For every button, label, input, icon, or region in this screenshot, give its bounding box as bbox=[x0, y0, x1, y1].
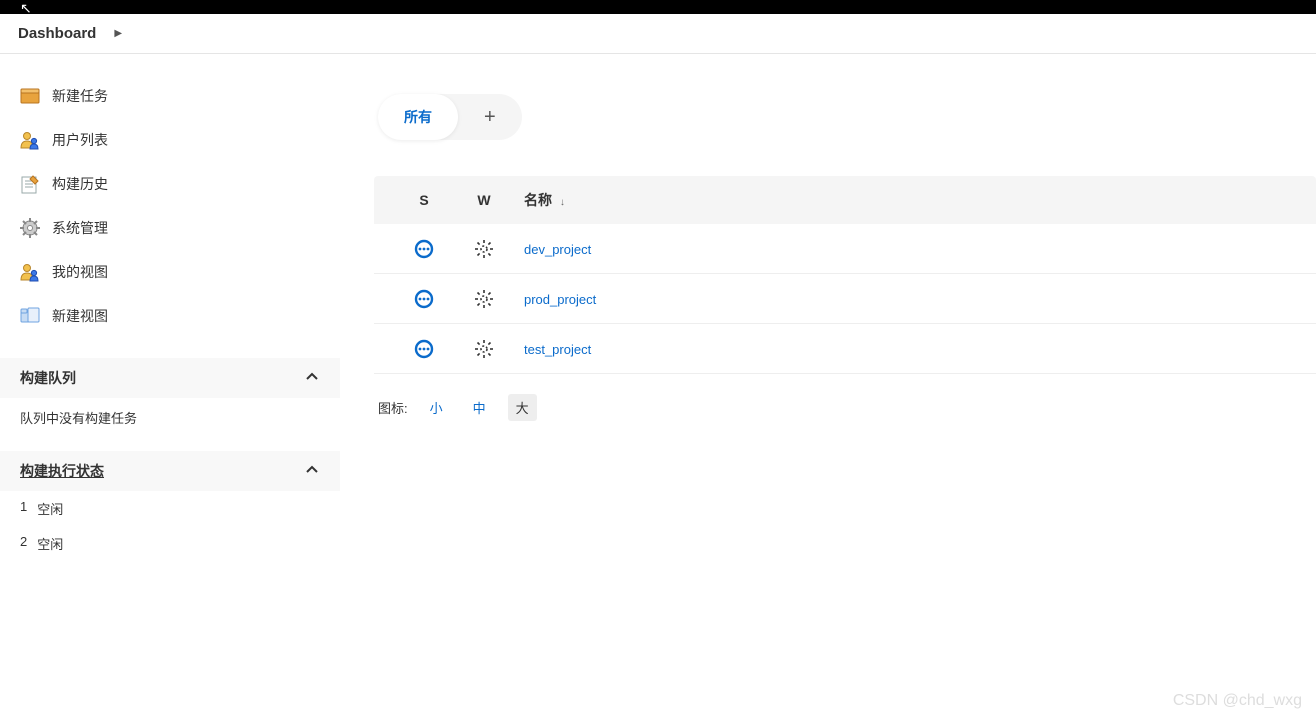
sort-down-icon: ↓ bbox=[560, 197, 565, 208]
job-link[interactable]: dev_project bbox=[524, 242, 591, 257]
tab-add[interactable]: + bbox=[458, 94, 522, 140]
view-tabs: 所有 + bbox=[378, 94, 522, 140]
chevron-up-icon bbox=[304, 369, 320, 388]
build-queue-header[interactable]: 构建队列 bbox=[0, 358, 340, 398]
table-row[interactable]: test_project bbox=[374, 324, 1316, 374]
sidebar-new-view[interactable]: 新建视图 bbox=[0, 294, 340, 338]
history-icon bbox=[20, 174, 40, 194]
top-black-bar: ↖ bbox=[0, 0, 1316, 14]
people-icon bbox=[20, 130, 40, 150]
build-queue-empty: 队列中没有构建任务 bbox=[0, 398, 340, 427]
table-header-row: S W 名称 ↓ bbox=[374, 176, 1316, 224]
sidebar-new-item[interactable]: 新建任务 bbox=[0, 74, 340, 118]
main-content: 所有 + S W 名称 ↓ bbox=[340, 54, 1316, 718]
breadcrumb-dashboard[interactable]: Dashboard bbox=[18, 25, 96, 42]
sidebar-item-label: 新建任务 bbox=[52, 86, 108, 106]
weather-nodata-icon bbox=[454, 239, 514, 259]
sidebar: 新建任务 用户列表 构建历史 系统管理 我的视图 bbox=[0, 54, 340, 718]
sidebar-item-label: 用户列表 bbox=[52, 130, 108, 150]
col-header-name-label: 名称 bbox=[524, 192, 552, 208]
icon-size-small[interactable]: 小 bbox=[422, 394, 451, 421]
sidebar-item-label: 系统管理 bbox=[52, 218, 108, 238]
sidebar-people[interactable]: 用户列表 bbox=[0, 118, 340, 162]
col-header-status[interactable]: S bbox=[394, 192, 454, 208]
new-item-icon bbox=[20, 86, 40, 106]
sidebar-manage[interactable]: 系统管理 bbox=[0, 206, 340, 250]
tab-label: 所有 bbox=[404, 107, 432, 127]
plus-icon: + bbox=[484, 106, 496, 129]
weather-nodata-icon bbox=[454, 339, 514, 359]
breadcrumb: Dashboard ▶ bbox=[0, 14, 1316, 54]
chevron-up-icon bbox=[304, 462, 320, 481]
table-row[interactable]: dev_project bbox=[374, 224, 1316, 274]
build-queue-title: 构建队列 bbox=[20, 368, 76, 388]
icon-size-medium[interactable]: 中 bbox=[465, 394, 494, 421]
icon-size-label: 图标: bbox=[378, 398, 408, 417]
sidebar-item-label: 构建历史 bbox=[52, 174, 108, 194]
job-link[interactable]: test_project bbox=[524, 342, 591, 357]
weather-nodata-icon bbox=[454, 289, 514, 309]
status-notbuilt-icon bbox=[394, 239, 454, 259]
icon-size-large[interactable]: 大 bbox=[508, 394, 537, 421]
new-view-icon bbox=[20, 306, 40, 326]
executor-row: 2 空闲 bbox=[0, 526, 340, 561]
sidebar-item-label: 新建视图 bbox=[52, 306, 108, 326]
job-link[interactable]: prod_project bbox=[524, 292, 596, 307]
cursor-icon: ↖ bbox=[20, 0, 32, 17]
executor-row: 1 空闲 bbox=[0, 491, 340, 526]
sidebar-build-history[interactable]: 构建历史 bbox=[0, 162, 340, 206]
status-notbuilt-icon bbox=[394, 339, 454, 359]
col-header-name[interactable]: 名称 ↓ bbox=[514, 190, 1296, 210]
sidebar-item-label: 我的视图 bbox=[52, 262, 108, 282]
tab-all[interactable]: 所有 bbox=[378, 94, 458, 140]
chevron-right-icon[interactable]: ▶ bbox=[114, 28, 122, 39]
executor-number: 2 bbox=[20, 534, 27, 553]
gear-icon bbox=[20, 218, 40, 238]
executor-state: 空闲 bbox=[37, 499, 63, 518]
icon-size-selector: 图标: 小 中 大 bbox=[344, 394, 1316, 421]
col-header-weather[interactable]: W bbox=[454, 192, 514, 208]
executor-status-title: 构建执行状态 bbox=[20, 461, 104, 481]
executor-status-header[interactable]: 构建执行状态 bbox=[0, 451, 340, 491]
sidebar-my-views[interactable]: 我的视图 bbox=[0, 250, 340, 294]
executor-state: 空闲 bbox=[37, 534, 63, 553]
status-notbuilt-icon bbox=[394, 289, 454, 309]
table-row[interactable]: prod_project bbox=[374, 274, 1316, 324]
my-views-icon bbox=[20, 262, 40, 282]
executor-number: 1 bbox=[20, 499, 27, 518]
